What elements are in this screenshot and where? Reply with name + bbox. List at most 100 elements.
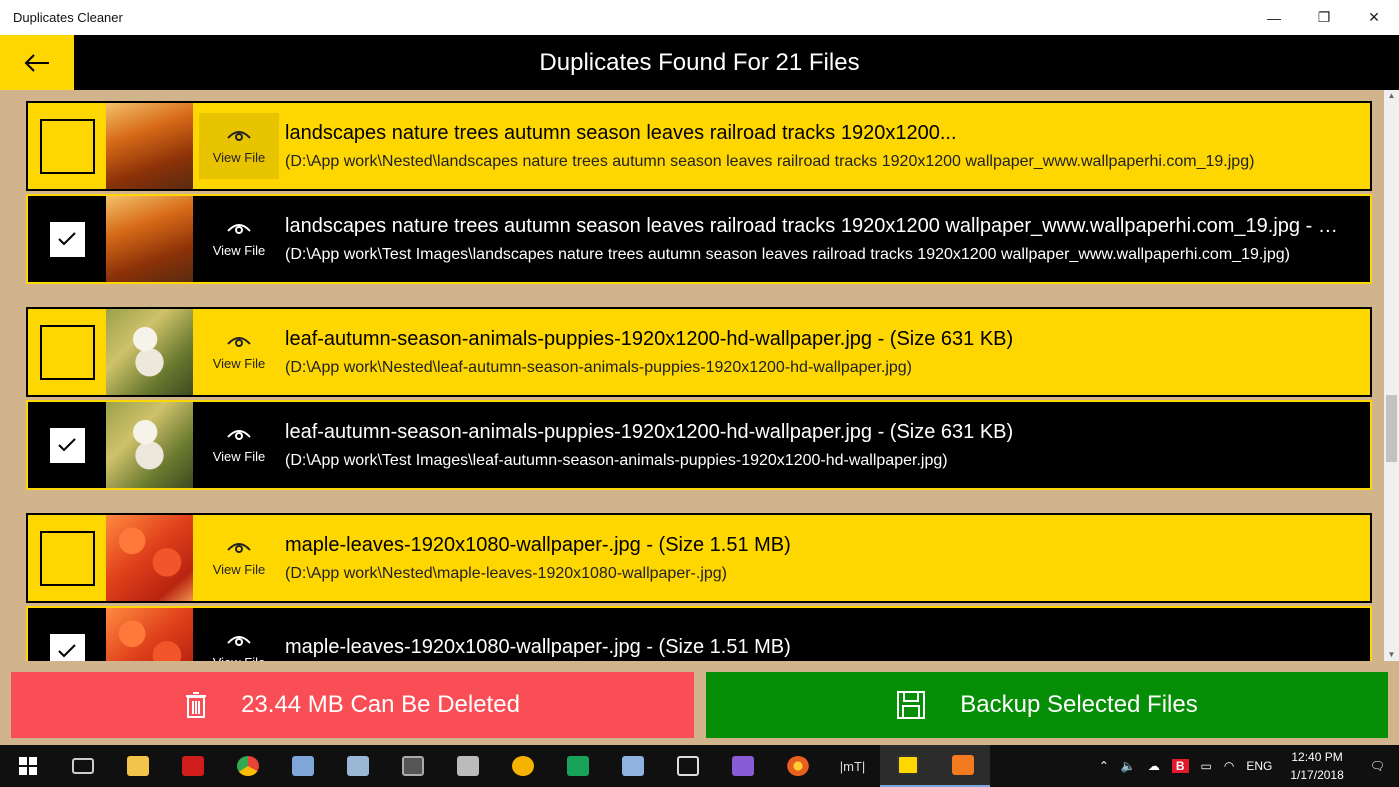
original-file-row: View File maple-leaves-1920x1080-wallpap… bbox=[26, 513, 1372, 603]
file-thumbnail bbox=[106, 515, 193, 601]
clock-date: 1/17/2018 bbox=[1290, 768, 1344, 782]
original-file-row: View File leaf-autumn-season-animals-pup… bbox=[26, 307, 1372, 397]
system-tray: ⌃ 🔈 ☁ B ▭ ◠ ENG 12:40 PM 1/17/2018 🗨 bbox=[1093, 745, 1399, 787]
minimize-button[interactable]: — bbox=[1249, 0, 1299, 35]
select-checkbox[interactable] bbox=[49, 633, 85, 661]
duplicate-group: View File landscapes nature trees autumn… bbox=[26, 101, 1372, 284]
file-path: (D:\App work\Test Images\landscapes natu… bbox=[285, 245, 1290, 263]
close-button[interactable]: ✕ bbox=[1349, 0, 1399, 35]
app-title: Duplicates Cleaner bbox=[13, 10, 123, 25]
file-thumbnail bbox=[106, 309, 193, 395]
duplicates-list: View File landscapes nature trees autumn… bbox=[0, 90, 1384, 661]
file-explorer-icon[interactable] bbox=[110, 745, 165, 787]
eye-icon bbox=[227, 542, 251, 553]
display-icon[interactable] bbox=[385, 745, 440, 787]
windows-taskbar: |mT| ⌃ 🔈 ☁ B ▭ ◠ ENG 12:40 PM 1/17/2018 … bbox=[0, 745, 1399, 787]
visual-studio-icon[interactable] bbox=[715, 745, 770, 787]
language-indicator[interactable]: ENG bbox=[1240, 759, 1278, 773]
scroll-down-icon[interactable]: ▼ bbox=[1384, 649, 1399, 661]
duplicate-file-row: View File landscapes nature trees autumn… bbox=[26, 194, 1372, 284]
backup-label: Backup Selected Files bbox=[960, 691, 1198, 718]
restore-button[interactable]: ❐ bbox=[1299, 0, 1349, 35]
tools-icon[interactable] bbox=[440, 745, 495, 787]
delete-button[interactable]: 23.44 MB Can Be Deleted bbox=[11, 672, 694, 738]
select-checkbox[interactable] bbox=[49, 221, 85, 257]
page-header: Duplicates Found For 21 Files bbox=[0, 35, 1399, 90]
duplicate-file-row: View File leaf-autumn-season-animals-pup… bbox=[26, 400, 1372, 490]
file-thumbnail bbox=[106, 196, 193, 282]
view-file-label: View File bbox=[212, 242, 266, 258]
eye-icon bbox=[227, 635, 251, 646]
file-name: landscapes nature trees autumn season le… bbox=[285, 121, 957, 144]
windows-logo-icon bbox=[18, 757, 37, 775]
photos-icon[interactable] bbox=[330, 745, 385, 787]
save-icon bbox=[896, 690, 926, 720]
b-app-icon[interactable]: B bbox=[1166, 759, 1195, 773]
clock[interactable]: 12:40 PM 1/17/2018 bbox=[1278, 748, 1355, 784]
view-file-label: View File bbox=[212, 149, 266, 165]
select-checkbox[interactable] bbox=[49, 427, 85, 463]
view-file-button[interactable]: View File bbox=[199, 113, 279, 179]
delete-label: 23.44 MB Can Be Deleted bbox=[241, 691, 520, 718]
file-name: maple-leaves-1920x1080-wallpaper-.jpg - … bbox=[285, 635, 791, 658]
file-name: maple-leaves-1920x1080-wallpaper-.jpg - … bbox=[285, 533, 791, 556]
view-file-button[interactable]: View File bbox=[199, 618, 279, 661]
checkmark-icon bbox=[58, 438, 76, 452]
window-titlebar: Duplicates Cleaner — ❐ ✕ bbox=[0, 0, 1399, 35]
clock-time: 12:40 PM bbox=[1291, 750, 1343, 764]
cloud-icon[interactable]: ☁ bbox=[1142, 759, 1166, 773]
back-arrow-icon bbox=[24, 53, 49, 72]
duplicate-group: View File maple-leaves-1920x1080-wallpap… bbox=[26, 513, 1372, 661]
view-file-button[interactable]: View File bbox=[199, 525, 279, 591]
trash-icon bbox=[185, 691, 207, 719]
select-checkbox[interactable] bbox=[39, 324, 95, 380]
backup-button[interactable]: Backup Selected Files bbox=[706, 672, 1388, 738]
file-path: (D:\App work\Test Images\leaf-autumn-sea… bbox=[285, 451, 948, 469]
orange-app-icon[interactable] bbox=[935, 745, 990, 787]
checkmark-icon bbox=[58, 232, 76, 246]
page-title: Duplicates Found For 21 Files bbox=[539, 48, 860, 76]
remote-desktop-icon[interactable] bbox=[605, 745, 660, 787]
eye-icon bbox=[227, 130, 251, 141]
start-button[interactable] bbox=[0, 745, 55, 787]
action-bar: 23.44 MB Can Be Deleted Backup Selected … bbox=[0, 661, 1399, 745]
view-file-label: View File bbox=[212, 561, 266, 577]
file-path: (D:\App work\Nested\landscapes nature tr… bbox=[285, 152, 1255, 170]
scroll-thumb[interactable] bbox=[1386, 395, 1397, 462]
eye-app-icon[interactable] bbox=[495, 745, 550, 787]
battery-icon[interactable]: ▭ bbox=[1195, 759, 1218, 773]
eye-icon bbox=[227, 223, 251, 234]
original-file-row: View File landscapes nature trees autumn… bbox=[26, 101, 1372, 191]
select-checkbox[interactable] bbox=[39, 530, 95, 586]
acrobat-icon[interactable] bbox=[165, 745, 220, 787]
chrome-icon[interactable] bbox=[220, 745, 275, 787]
volume-icon[interactable]: 🔈 bbox=[1115, 759, 1142, 773]
view-file-button[interactable]: View File bbox=[199, 412, 279, 478]
vine-icon[interactable] bbox=[550, 745, 605, 787]
wifi-icon[interactable]: ◠ bbox=[1218, 759, 1240, 773]
file-name: landscapes nature trees autumn season le… bbox=[285, 214, 1344, 237]
firefox-icon[interactable] bbox=[770, 745, 825, 787]
select-checkbox[interactable] bbox=[39, 118, 95, 174]
eye-icon bbox=[227, 429, 251, 440]
sandbox-icon[interactable] bbox=[660, 745, 715, 787]
view-file-button[interactable]: View File bbox=[199, 206, 279, 272]
eye-icon bbox=[227, 336, 251, 347]
task-view-icon[interactable] bbox=[55, 745, 110, 787]
checkmark-icon bbox=[58, 644, 76, 658]
notifications-icon[interactable]: 🗨 bbox=[1356, 759, 1399, 773]
file-thumbnail bbox=[106, 103, 193, 189]
paint-icon[interactable] bbox=[275, 745, 330, 787]
scroll-up-icon[interactable]: ▲ bbox=[1384, 90, 1399, 102]
file-name: leaf-autumn-season-animals-puppies-1920x… bbox=[285, 327, 1014, 350]
view-file-button[interactable]: View File bbox=[199, 319, 279, 385]
file-path: (D:\App work\Nested\maple-leaves-1920x10… bbox=[285, 564, 727, 582]
duplicate-file-row: View File maple-leaves-1920x1080-wallpap… bbox=[26, 606, 1372, 661]
duplicates-cleaner-taskbar-icon[interactable] bbox=[880, 745, 935, 787]
chevron-up-icon[interactable]: ⌃ bbox=[1093, 759, 1115, 773]
back-button[interactable] bbox=[0, 35, 74, 90]
vertical-scrollbar[interactable]: ▲ ▼ bbox=[1384, 90, 1399, 661]
view-file-label: View File bbox=[212, 355, 266, 371]
mt-icon[interactable]: |mT| bbox=[825, 745, 880, 787]
mt-label: |mT| bbox=[839, 758, 866, 774]
